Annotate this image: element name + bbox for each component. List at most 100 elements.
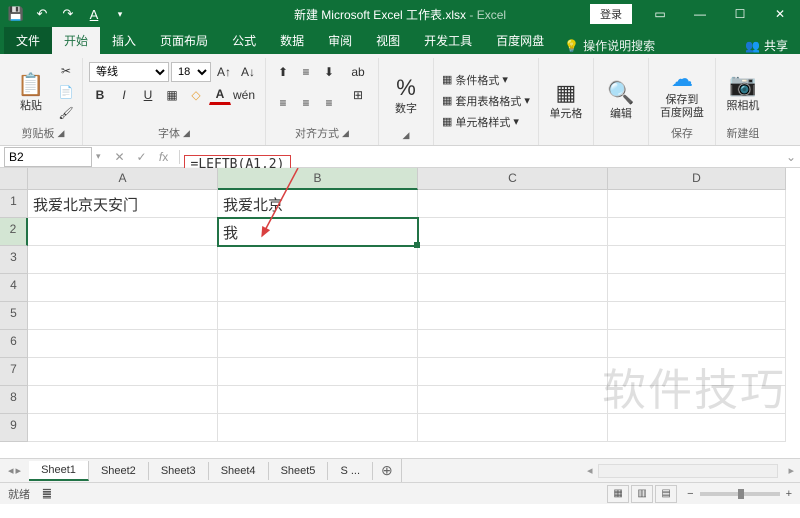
sheet-tab[interactable]: Sheet4 <box>209 462 269 480</box>
row-header[interactable]: 2 <box>0 218 28 246</box>
row-header[interactable]: 7 <box>0 358 28 386</box>
row-header[interactable]: 6 <box>0 330 28 358</box>
cell-C3[interactable] <box>418 246 608 274</box>
cell-B8[interactable] <box>218 386 418 414</box>
cell-D1[interactable] <box>608 190 786 218</box>
minimize-button[interactable]: — <box>680 0 720 28</box>
expand-formula-bar-icon[interactable]: ⌄ <box>782 150 800 164</box>
italic-button[interactable]: I <box>113 85 135 105</box>
save-icon[interactable]: 💾 <box>6 4 26 24</box>
column-header[interactable]: B <box>218 168 418 190</box>
align-right-icon[interactable]: ≡ <box>318 93 340 113</box>
cell-C5[interactable] <box>418 302 608 330</box>
cell-B4[interactable] <box>218 274 418 302</box>
row-header[interactable]: 5 <box>0 302 28 330</box>
editing-button[interactable]: 🔍编辑 <box>600 62 642 139</box>
align-middle-icon[interactable]: ≡ <box>295 62 317 82</box>
row-header[interactable]: 8 <box>0 386 28 414</box>
dialog-launcher-icon[interactable]: ◢ <box>342 128 349 139</box>
row-header[interactable]: 3 <box>0 246 28 274</box>
cell-A2[interactable] <box>28 218 218 246</box>
zoom-out-icon[interactable]: − <box>687 488 693 500</box>
decrease-font-icon[interactable]: A↓ <box>237 62 259 82</box>
cell-B6[interactable] <box>218 330 418 358</box>
cell-C6[interactable] <box>418 330 608 358</box>
row-header[interactable]: 9 <box>0 414 28 442</box>
paste-button[interactable]: 📋粘贴 <box>10 62 52 123</box>
dialog-launcher-icon[interactable]: ◢ <box>403 130 410 141</box>
cell-C9[interactable] <box>418 414 608 442</box>
column-header[interactable]: A <box>28 168 218 190</box>
cell-B3[interactable] <box>218 246 418 274</box>
cell-A4[interactable] <box>28 274 218 302</box>
column-header[interactable]: C <box>418 168 608 190</box>
copy-icon[interactable]: 📄 <box>56 83 76 101</box>
row-header[interactable]: 1 <box>0 190 28 218</box>
align-center-icon[interactable]: ≡ <box>295 93 317 113</box>
column-header[interactable]: D <box>608 168 786 190</box>
cell-D2[interactable] <box>608 218 786 246</box>
sheet-tab[interactable]: Sheet2 <box>89 462 149 480</box>
share-button[interactable]: 👥共享 <box>745 37 788 54</box>
maximize-button[interactable]: ☐ <box>720 0 760 28</box>
font-name-select[interactable]: 等线 <box>89 62 169 82</box>
cell-C8[interactable] <box>418 386 608 414</box>
cell-A3[interactable] <box>28 246 218 274</box>
border-icon[interactable]: ▦ <box>161 85 183 105</box>
align-left-icon[interactable]: ≡ <box>272 93 294 113</box>
cell-A6[interactable] <box>28 330 218 358</box>
tab-home[interactable]: 开始 <box>52 27 100 54</box>
fx-icon[interactable]: fx <box>153 150 175 164</box>
select-all-corner[interactable] <box>0 168 28 190</box>
cell-D9[interactable] <box>608 414 786 442</box>
bold-button[interactable]: B <box>89 85 111 105</box>
formula-input[interactable]: =LEFTB(A1,2) <box>180 155 782 159</box>
sheet-tab-overflow[interactable]: S ... <box>328 462 373 480</box>
fill-color-icon[interactable]: ◇ <box>185 85 207 105</box>
baidu-save-button[interactable]: ☁保存到百度网盘 <box>655 62 709 123</box>
dialog-launcher-icon[interactable]: ◢ <box>183 128 190 139</box>
view-page-break-icon[interactable]: ▤ <box>655 485 677 503</box>
qat-dropdown-icon[interactable]: ▾ <box>110 4 130 24</box>
dialog-launcher-icon[interactable]: ◢ <box>58 128 65 139</box>
name-box[interactable] <box>4 147 92 167</box>
tab-insert[interactable]: 插入 <box>100 27 148 54</box>
login-button[interactable]: 登录 <box>590 4 632 24</box>
tab-formula[interactable]: 公式 <box>220 27 268 54</box>
cell-A1[interactable]: 我爱北京天安门 <box>28 190 218 218</box>
cell-styles-button[interactable]: ▦单元格样式 ▾ <box>440 113 532 131</box>
underline-button[interactable]: U <box>137 85 159 105</box>
view-normal-icon[interactable]: ▦ <box>607 485 629 503</box>
font-color-icon[interactable]: A <box>84 4 104 24</box>
cell-A8[interactable] <box>28 386 218 414</box>
worksheet-grid[interactable]: ABCD1我爱北京天安门我爱北京2我3456789 软件技巧 <box>0 168 800 458</box>
cell-A9[interactable] <box>28 414 218 442</box>
cell-B5[interactable] <box>218 302 418 330</box>
tab-review[interactable]: 审阅 <box>316 27 364 54</box>
sheet-nav-next-icon[interactable]: ▸ <box>16 464 22 477</box>
horizontal-scrollbar[interactable] <box>598 464 778 478</box>
cell-B2[interactable]: 我 <box>218 218 418 246</box>
cell-C2[interactable] <box>418 218 608 246</box>
cells-button[interactable]: ▦单元格 <box>545 62 587 139</box>
close-button[interactable]: ✕ <box>760 0 800 28</box>
conditional-format-button[interactable]: ▦条件格式 ▾ <box>440 71 532 89</box>
redo-icon[interactable]: ↷ <box>58 4 78 24</box>
ribbon-options-icon[interactable]: ▭ <box>640 0 680 28</box>
increase-font-icon[interactable]: A↑ <box>213 62 235 82</box>
wrap-text-icon[interactable]: ab <box>344 62 372 82</box>
cell-B1[interactable]: 我爱北京 <box>218 190 418 218</box>
cell-A7[interactable] <box>28 358 218 386</box>
phonetic-icon[interactable]: wén <box>233 85 255 105</box>
cell-B9[interactable] <box>218 414 418 442</box>
tab-developer[interactable]: 开发工具 <box>412 27 484 54</box>
cell-D3[interactable] <box>608 246 786 274</box>
number-format-button[interactable]: %数字 <box>385 62 427 128</box>
camera-button[interactable]: 📷照相机 <box>722 62 764 123</box>
new-sheet-button[interactable]: ⊕ <box>373 459 402 482</box>
cell-D5[interactable] <box>608 302 786 330</box>
align-top-icon[interactable]: ⬆ <box>272 62 294 82</box>
cell-C7[interactable] <box>418 358 608 386</box>
tab-data[interactable]: 数据 <box>268 27 316 54</box>
cell-D4[interactable] <box>608 274 786 302</box>
